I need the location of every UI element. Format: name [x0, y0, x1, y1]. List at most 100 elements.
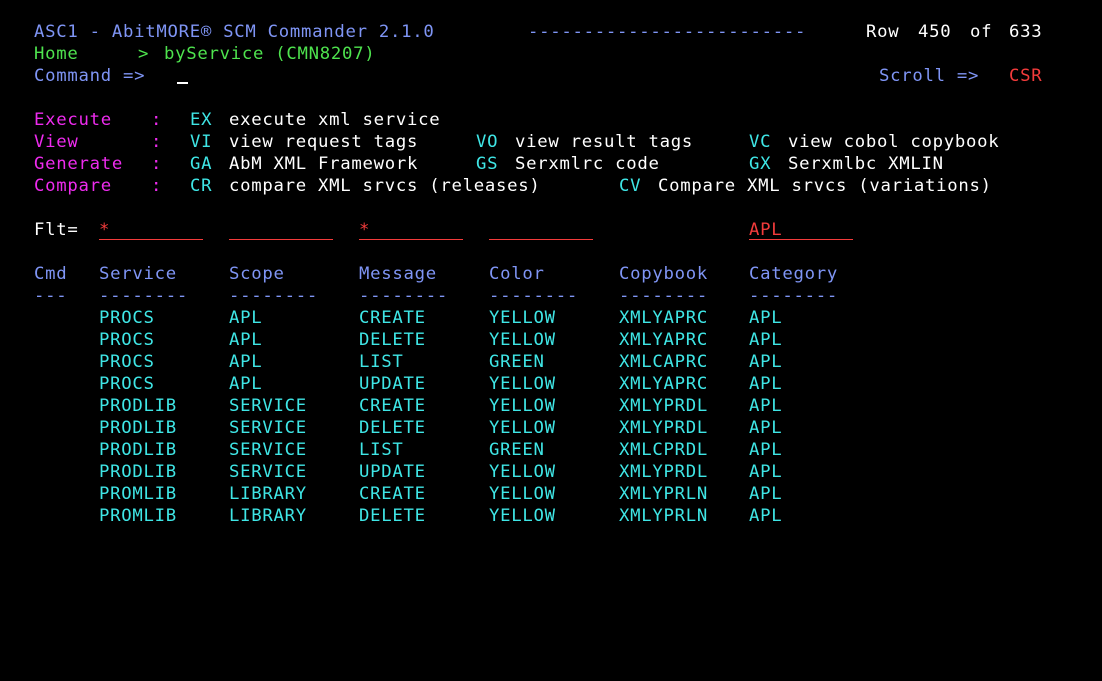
cell-service: PRODLIB — [99, 440, 177, 460]
command-line: Command => Scroll => CSR — [34, 65, 1042, 87]
cell-category: APL — [749, 352, 783, 372]
row-cmd-input[interactable] — [34, 329, 73, 351]
table-row: PRODLIB SERVICE CREATE YELLOW XMLYPRDL A… — [34, 395, 782, 417]
action-code-cv[interactable]: CV — [619, 175, 641, 197]
cell-category: APL — [749, 462, 783, 482]
filter-color-field[interactable] — [489, 219, 593, 240]
action-label-cv: Compare XML srvcs (variations) — [658, 176, 992, 196]
cell-copybook: XMLYAPRC — [619, 308, 708, 328]
cell-scope: APL — [229, 330, 263, 350]
cell-copybook: XMLYAPRC — [619, 330, 708, 350]
cell-scope: APL — [229, 352, 263, 372]
cell-scope: SERVICE — [229, 440, 307, 460]
table-row: PRODLIB SERVICE DELETE YELLOW XMLYPRDL A… — [34, 417, 782, 439]
table-header: Cmd Service Scope Message Color Copybook… — [34, 263, 837, 285]
action-group-colon: : — [151, 132, 163, 152]
cell-message: CREATE — [359, 484, 426, 504]
separator-scope: -------- — [229, 286, 318, 306]
cell-service: PROCS — [99, 352, 155, 372]
row-cmd-input[interactable] — [34, 373, 73, 395]
table-row: PROCS APL CREATE YELLOW XMLYAPRC APL — [34, 307, 782, 329]
column-header-scope: Scope — [229, 264, 285, 284]
cell-category: APL — [749, 484, 783, 504]
table-row: PROCS APL UPDATE YELLOW XMLYAPRC APL — [34, 373, 782, 395]
row-total: 633 — [1009, 22, 1043, 42]
action-label-gs: Serxmlrc code — [515, 154, 660, 174]
cell-copybook: XMLYPRDL — [619, 462, 708, 482]
command-input[interactable] — [177, 65, 188, 87]
row-cmd-input[interactable] — [34, 461, 73, 483]
cell-service: PROCS — [99, 308, 155, 328]
scroll-input[interactable]: CSR — [1009, 65, 1042, 87]
action-row-execute: Execute : EX execute xml service — [34, 109, 440, 131]
action-label-cr: compare XML srvcs (releases) — [229, 176, 541, 196]
action-code-cr[interactable]: CR — [190, 175, 212, 197]
cell-copybook: XMLYPRDL — [619, 418, 708, 438]
row-cmd-input[interactable] — [34, 395, 73, 417]
breadcrumb: Home > byService (CMN8207) — [34, 43, 375, 65]
cell-category: APL — [749, 396, 783, 416]
action-row-generate: Generate : GA AbM XML Framework GS Serxm… — [34, 153, 943, 175]
row-label: Row — [866, 22, 900, 42]
row-cmd-input[interactable] — [34, 483, 73, 505]
table-header-separator: --- -------- -------- -------- -------- … — [34, 285, 837, 307]
filter-scope-field[interactable] — [229, 219, 333, 240]
filter-message-field[interactable]: * — [359, 219, 463, 240]
action-code-ga[interactable]: GA — [190, 153, 212, 175]
cell-message: CREATE — [359, 308, 426, 328]
cell-message: DELETE — [359, 506, 426, 526]
table-row: PRODLIB SERVICE UPDATE YELLOW XMLYPRDL A… — [34, 461, 782, 483]
action-code-vi[interactable]: VI — [190, 131, 212, 153]
separator-color: -------- — [489, 286, 578, 306]
cell-scope: LIBRARY — [229, 506, 307, 526]
cell-copybook: XMLYPRLN — [619, 506, 708, 526]
row-cmd-input[interactable] — [34, 505, 73, 527]
cell-color: YELLOW — [489, 462, 556, 482]
row-cmd-input[interactable] — [34, 351, 73, 373]
action-code-gx[interactable]: GX — [749, 153, 771, 175]
cell-scope: LIBRARY — [229, 484, 307, 504]
filter-category-field[interactable]: APL — [749, 219, 853, 240]
column-header-color: Color — [489, 264, 545, 284]
action-row-view: View : VI view request tags VO view resu… — [34, 131, 999, 153]
action-group-label: View — [34, 132, 79, 152]
action-group-label: Generate — [34, 154, 123, 174]
cell-category: APL — [749, 418, 783, 438]
cell-service: PRODLIB — [99, 462, 177, 482]
action-code-vo[interactable]: VO — [476, 131, 498, 153]
cell-color: YELLOW — [489, 506, 556, 526]
action-group-label: Compare — [34, 176, 112, 196]
action-label-ga: AbM XML Framework — [229, 154, 419, 174]
action-code-gs[interactable]: GS — [476, 153, 498, 175]
table-row: PROMLIB LIBRARY CREATE YELLOW XMLYPRLN A… — [34, 483, 782, 505]
title-dashes: ------------------------- — [528, 22, 807, 42]
row-cmd-input[interactable] — [34, 307, 73, 329]
action-label-vc: view cobol copybook — [788, 132, 1000, 152]
table-row: PROCS APL DELETE YELLOW XMLYAPRC APL — [34, 329, 782, 351]
cell-color: GREEN — [489, 352, 545, 372]
action-code-ex[interactable]: EX — [190, 109, 212, 131]
cell-category: APL — [749, 308, 783, 328]
cell-copybook: XMLYAPRC — [619, 374, 708, 394]
column-header-copybook: Copybook — [619, 264, 708, 284]
cell-copybook: XMLCAPRC — [619, 352, 708, 372]
table-row: PRODLIB SERVICE LIST GREEN XMLCPRDL APL — [34, 439, 782, 461]
title-bar: ASC1 - AbitMORE® SCM Commander 2.1.0 ---… — [34, 21, 1042, 43]
action-group-colon: : — [151, 110, 163, 130]
separator-copybook: -------- — [619, 286, 708, 306]
action-label-gx: Serxmlbc XMLIN — [788, 154, 944, 174]
breadcrumb-separator: > — [138, 44, 150, 64]
cell-service: PRODLIB — [99, 418, 177, 438]
cell-category: APL — [749, 330, 783, 350]
cell-category: APL — [749, 440, 783, 460]
cell-scope: SERVICE — [229, 418, 307, 438]
action-code-vc[interactable]: VC — [749, 131, 771, 153]
cell-copybook: XMLYPRLN — [619, 484, 708, 504]
row-cmd-input[interactable] — [34, 417, 73, 439]
breadcrumb-home[interactable]: Home — [34, 43, 79, 65]
row-cmd-input[interactable] — [34, 439, 73, 461]
cell-scope: SERVICE — [229, 396, 307, 416]
action-group-colon: : — [151, 176, 163, 196]
cell-message: DELETE — [359, 418, 426, 438]
filter-service-field[interactable]: * — [99, 219, 203, 240]
